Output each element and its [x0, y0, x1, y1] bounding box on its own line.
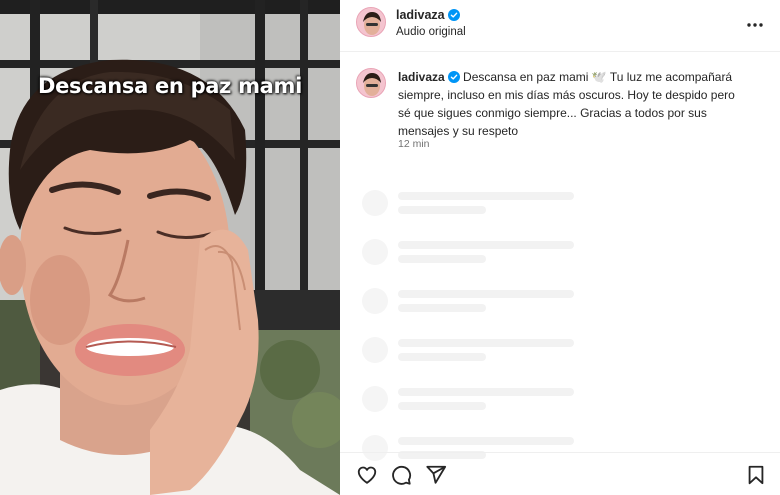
video-overlay-text: Descansa en paz mami [37, 74, 303, 98]
share-icon [426, 465, 447, 484]
username-link[interactable]: ladivaza [396, 8, 460, 22]
avatar[interactable] [356, 7, 386, 37]
share-button[interactable] [425, 464, 447, 486]
verified-badge-icon [447, 71, 460, 83]
comment-skeleton-row [362, 235, 780, 265]
caption-avatar[interactable] [356, 68, 386, 98]
avatar-image [357, 69, 385, 97]
like-button[interactable] [356, 464, 378, 486]
bookmark-icon [748, 465, 764, 485]
caption-text-block: ladivaza Descansa en paz mami 🕊️ Tu luz … [398, 68, 738, 140]
audio-link[interactable]: Audio original [396, 26, 466, 38]
post-media[interactable]: Descansa en paz mami [0, 0, 340, 495]
comment-button[interactable] [390, 464, 412, 486]
comment-icon [392, 465, 412, 485]
save-button[interactable] [745, 464, 767, 486]
post-side-panel: ladivaza Audio original ladivaza Descans… [340, 0, 780, 495]
post-action-bar [340, 452, 780, 495]
username-text: ladivaza [396, 8, 445, 22]
comment-skeleton-row [362, 333, 780, 363]
comment-skeleton-row [362, 382, 780, 412]
comment-skeleton-row [362, 186, 780, 216]
avatar-image [357, 8, 385, 36]
post-timestamp[interactable]: 12 min [398, 138, 430, 150]
post-header: ladivaza Audio original [340, 0, 780, 52]
heart-icon [357, 466, 377, 484]
verified-badge-icon [447, 9, 460, 21]
caption-username[interactable]: ladivaza [398, 70, 445, 84]
more-options-icon[interactable] [744, 14, 766, 36]
comment-skeleton-row [362, 284, 780, 314]
